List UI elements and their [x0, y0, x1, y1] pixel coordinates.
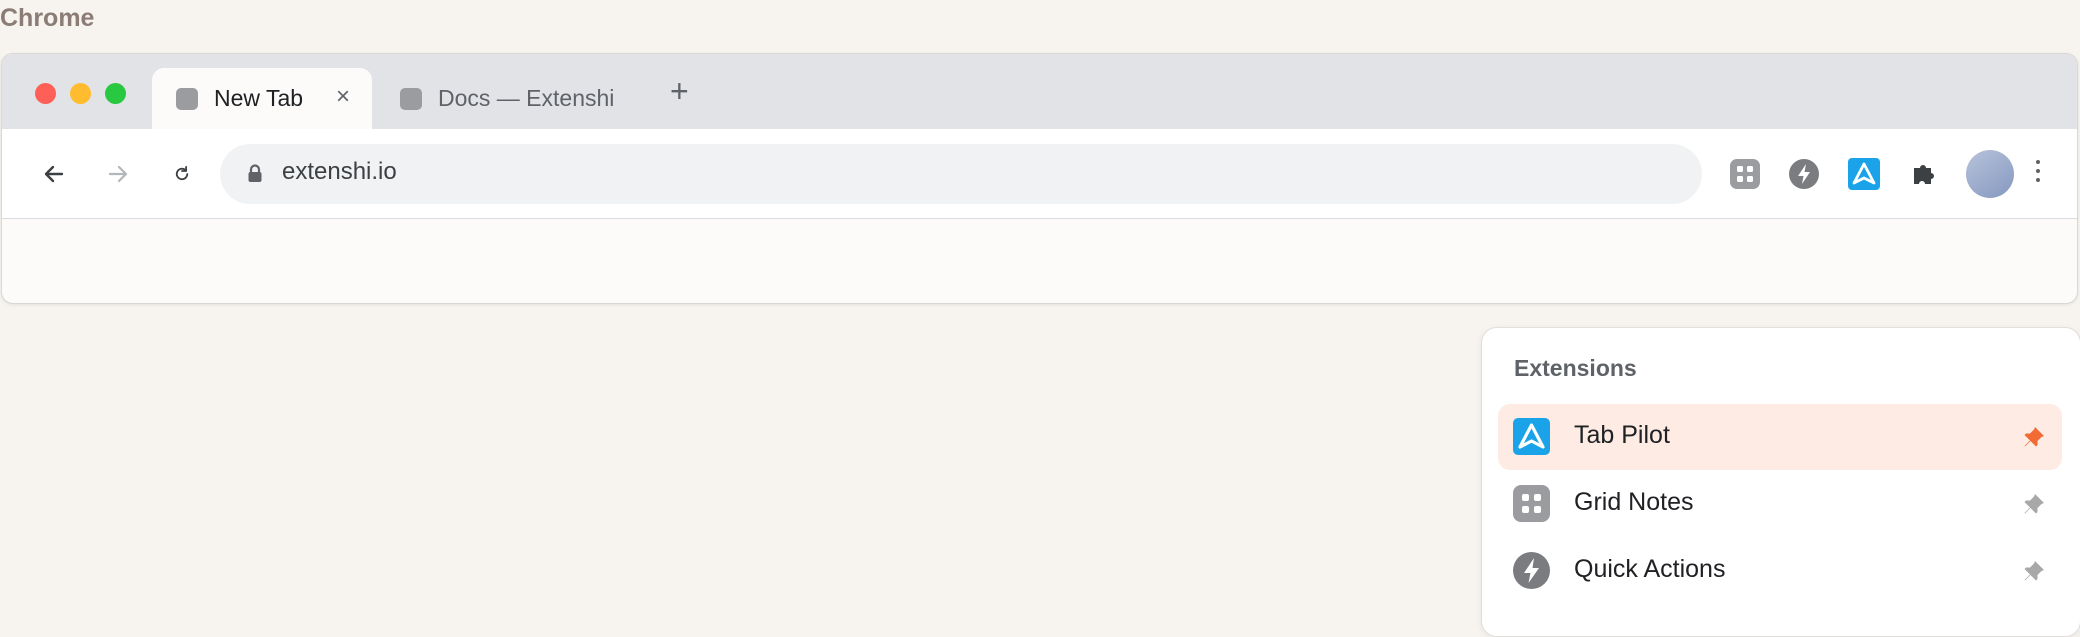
more-menu-icon[interactable]: [2033, 160, 2043, 188]
app-label: Chrome: [0, 4, 95, 32]
extensions-puzzle-icon: [1914, 165, 1934, 184]
forward-arrow-icon: [108, 165, 128, 183]
extension-item-tab-pilot[interactable]: Tab Pilot: [1498, 404, 2062, 470]
tab-strip: New Tab × Docs — Extenshi +: [2, 54, 2077, 129]
minimize-window-button[interactable]: [70, 83, 91, 104]
reload-button[interactable]: [162, 154, 202, 194]
new-tab-button[interactable]: +: [670, 75, 689, 107]
grid-notes-icon: [1730, 159, 1760, 189]
tab-favicon: [400, 87, 422, 110]
forward-button[interactable]: [98, 154, 138, 194]
extension-item-label: Quick Actions: [1574, 555, 1726, 583]
back-arrow-icon: [44, 165, 64, 183]
quick-actions-toolbar-button[interactable]: [1788, 158, 1820, 190]
tab-favicon: [176, 87, 198, 110]
tab-pilot-toolbar-button[interactable]: [1848, 158, 1880, 190]
grid-notes-toolbar-button[interactable]: [1729, 158, 1761, 190]
lock-icon: [248, 164, 262, 182]
close-tab-icon[interactable]: ×: [336, 85, 350, 109]
browser-window: New Tab × Docs — Extenshi + extenshi.io: [1, 53, 2078, 304]
extensions-menu-title: Extensions: [1514, 355, 1637, 381]
reload-icon: [175, 165, 189, 181]
quick-actions-icon: [1789, 159, 1819, 189]
close-window-button[interactable]: [35, 83, 56, 104]
extension-item-label: Grid Notes: [1574, 488, 1694, 516]
quick-actions-icon: [1513, 552, 1550, 589]
tab-new-tab[interactable]: New Tab ×: [152, 68, 372, 129]
pin-icon[interactable]: [2022, 559, 2046, 583]
tab-label: Docs — Extenshi: [438, 85, 615, 111]
extension-item-label: Tab Pilot: [1574, 421, 1670, 449]
grid-notes-icon: [1513, 485, 1550, 522]
extension-item-grid-notes[interactable]: Grid Notes: [1498, 471, 2062, 537]
extensions-menu: Extensions Tab Pilot Grid Notes Quick Ac…: [1481, 327, 2080, 637]
back-button[interactable]: [34, 154, 74, 194]
pin-icon[interactable]: [2022, 492, 2046, 516]
address-bar[interactable]: extenshi.io: [220, 144, 1702, 204]
extensions-toolbar-button[interactable]: [1908, 158, 1940, 190]
tab-pilot-icon: [1513, 418, 1550, 455]
maximize-window-button[interactable]: [105, 83, 126, 104]
extension-item-quick-actions[interactable]: Quick Actions: [1498, 538, 2062, 604]
tab-pilot-icon: [1848, 158, 1880, 190]
pin-icon-active[interactable]: [2022, 425, 2046, 449]
toolbar: extenshi.io: [2, 129, 2077, 219]
profile-avatar[interactable]: [1966, 150, 2014, 198]
url-text: extenshi.io: [282, 158, 397, 185]
tab-label: New Tab: [214, 85, 304, 111]
tab-docs-extenshi[interactable]: Docs — Extenshi: [388, 68, 648, 129]
